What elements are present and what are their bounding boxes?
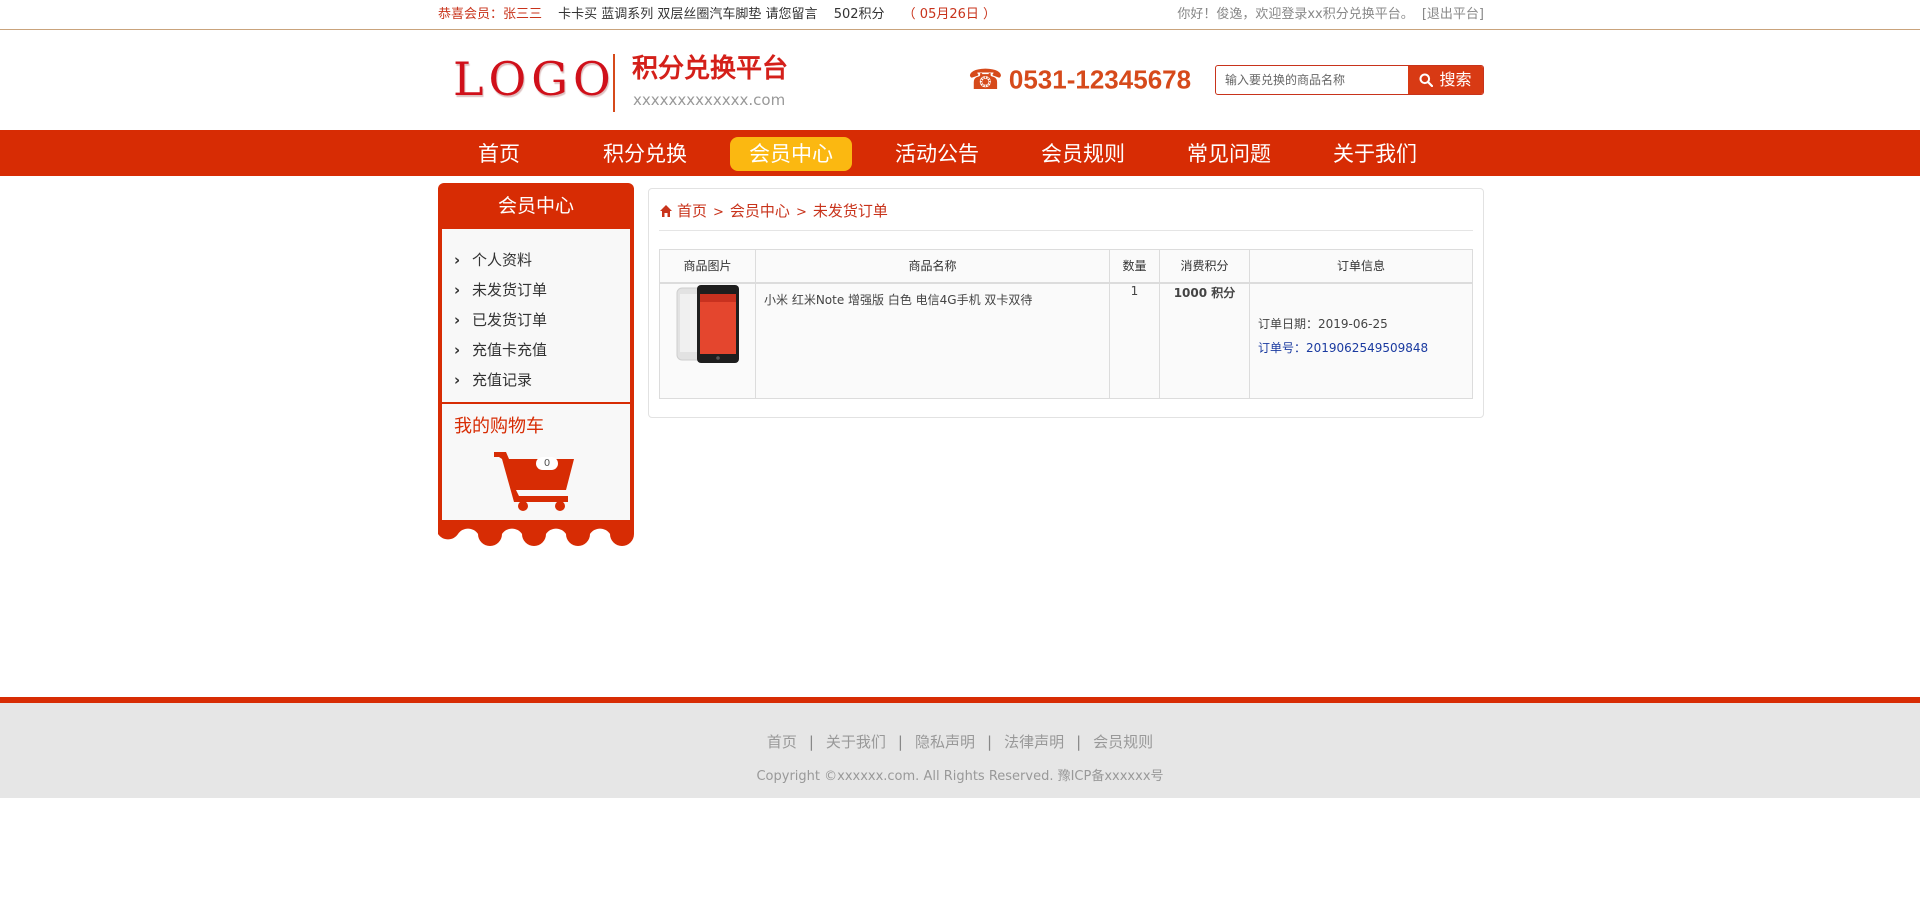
chevron-right-icon: ›: [454, 341, 461, 359]
logo[interactable]: LOGO: [453, 56, 616, 102]
platform-title: 积分兑换平台: [632, 54, 789, 84]
sidebar-item-label: 充值记录: [472, 371, 533, 389]
hotline: ☎ 0531-12345678: [968, 62, 1192, 96]
chevron-right-icon: ›: [454, 251, 461, 269]
sidebar-divider: [442, 402, 630, 404]
order-panel: 首页 > 会员中心 > 未发货订单 商品图片 商品名称 数量 消费积分 订单信息: [648, 188, 1484, 418]
search-icon: [1419, 73, 1434, 87]
sidebar-item-label: 个人资料: [472, 251, 533, 269]
nav-member-center[interactable]: 会员中心: [730, 137, 852, 171]
header: LOGO 积分兑换平台 xxxxxxxxxxxxx.com ☎ 0531-1234…: [438, 30, 1484, 130]
current-date: （ 05月26日 ）: [902, 7, 997, 22]
home-icon: [660, 205, 672, 217]
footer-separator: |: [808, 733, 814, 751]
table-row: 小米 红米Note 增强版 白色 电信4G手机 双卡双待 1 1000 积分 订…: [659, 282, 1473, 399]
table-header-row: 商品图片 商品名称 数量 消费积分 订单信息: [659, 249, 1473, 284]
order-date: 订单日期：2019-06-25: [1258, 316, 1388, 331]
phone-icon: ☎: [968, 62, 1003, 96]
order-number[interactable]: 订单号：2019062549509848: [1258, 336, 1464, 360]
main-nav: 首页 积分兑换 会员中心 活动公告 会员规则 常见问题 关于我们: [0, 130, 1920, 176]
logout-link[interactable]: [退出平台]: [1422, 7, 1484, 22]
cart-count-badge: 0: [536, 457, 558, 470]
logo-divider: [613, 54, 615, 112]
nav-home[interactable]: 首页: [438, 137, 560, 171]
footer-link-about[interactable]: 关于我们: [826, 733, 886, 751]
sidebar-item-profile[interactable]: › 个人资料: [454, 249, 532, 271]
points-cell: 1000 积分: [1159, 282, 1250, 399]
sidebar-body: › 个人资料 › 未发货订单 › 已发货订单 › 充值卡充值 › 充值记录 我的购物车 0: [442, 229, 630, 520]
sidebar-title: 会员中心: [497, 195, 574, 217]
footer: 首页 | 关于我们 | 隐私声明 | 法律声明 | 会员规则 Copyright ©xxxxxx…: [0, 697, 1920, 798]
breadcrumb-home[interactable]: 首页: [677, 202, 707, 220]
points-balance: 502积分: [833, 7, 885, 22]
footer-separator: |: [1076, 733, 1082, 751]
footer-link-home[interactable]: 首页: [767, 733, 797, 751]
welcome-text: 恭喜会员：张三三: [438, 7, 543, 22]
sidebar-item-shipped-orders[interactable]: › 已发货订单: [454, 309, 547, 331]
cart-icon: [494, 452, 574, 511]
sidebar-item-label: 已发货订单: [472, 311, 548, 329]
nav-about-us[interactable]: 关于我们: [1314, 137, 1436, 171]
footer-link-privacy[interactable]: 隐私声明: [915, 733, 975, 751]
col-header-image: 商品图片: [659, 249, 756, 284]
col-header-points: 消费积分: [1159, 249, 1250, 284]
phone-number: 0531-12345678: [1008, 64, 1192, 95]
order-info-cell: 订单日期：2019-06-25 订单号：2019062549509848: [1249, 282, 1473, 399]
breadcrumb-member-center[interactable]: 会员中心: [730, 202, 790, 220]
nav-faq[interactable]: 常见问题: [1168, 137, 1290, 171]
search-box: 搜索: [1215, 65, 1484, 95]
greeting-text: 你好！俊逸，欢迎登录xx积分兑换平台。: [1177, 7, 1414, 22]
breadcrumb-separator: >: [795, 205, 807, 220]
breadcrumb-current: 未发货订单: [812, 202, 888, 220]
sidebar-scallop-decoration: [438, 520, 634, 556]
announcement-text[interactable]: 卡卡买 蓝调系列 双层丝圈汽车脚垫 请您留言: [558, 7, 817, 22]
search-button-label: 搜索: [1439, 70, 1472, 89]
product-name[interactable]: 小米 红米Note 增强版 白色 电信4G手机 双卡双待: [764, 293, 1032, 307]
chevron-right-icon: ›: [454, 371, 461, 389]
cart-title: 我的购物车: [454, 416, 544, 437]
sidebar-item-unshipped-orders[interactable]: › 未发货订单: [454, 279, 547, 301]
breadcrumb-separator: >: [713, 205, 724, 220]
search-input[interactable]: [1216, 66, 1409, 94]
top-bar: 恭喜会员：张三三 卡卡买 蓝调系列 双层丝圈汽车脚垫 请您留言 502积分 （ …: [0, 0, 1920, 30]
footer-separator: |: [987, 733, 993, 751]
member-sidebar: 会员中心 › 个人资料 › 未发货订单 › 已发货订单 › 充值卡充值 › 充值记录 我的…: [438, 183, 634, 520]
sidebar-item-card-recharge[interactable]: › 充值卡充值: [454, 339, 547, 361]
product-image-cell: [659, 282, 756, 399]
product-name-cell: 小米 红米Note 增强版 白色 电信4G手机 双卡双待: [755, 282, 1110, 399]
product-image[interactable]: [675, 284, 741, 364]
shopping-cart[interactable]: 0: [492, 446, 582, 512]
orders-table: 商品图片 商品名称 数量 消费积分 订单信息 小米 红米Note 增强版 白色 …: [659, 249, 1473, 399]
col-header-quantity: 数量: [1109, 249, 1160, 284]
sidebar-item-recharge-history[interactable]: › 充值记录: [454, 369, 532, 391]
nav-points-exchange[interactable]: 积分兑换: [584, 137, 706, 171]
footer-links: 首页 | 关于我们 | 隐私声明 | 法律声明 | 会员规则: [0, 731, 1920, 752]
platform-domain: xxxxxxxxxxxxx.com: [633, 91, 786, 109]
nav-announcements[interactable]: 活动公告: [876, 137, 998, 171]
col-header-order-info: 订单信息: [1249, 249, 1473, 284]
sidebar-item-label: 未发货订单: [472, 281, 548, 299]
footer-link-legal[interactable]: 法律声明: [1004, 733, 1064, 751]
breadcrumb: 首页 > 会员中心 > 未发货订单: [659, 201, 1473, 231]
footer-link-rules[interactable]: 会员规则: [1093, 733, 1153, 751]
chevron-right-icon: ›: [454, 281, 461, 299]
quantity-cell: 1: [1109, 282, 1160, 399]
sidebar-item-label: 充值卡充值: [472, 341, 548, 359]
search-button[interactable]: 搜索: [1408, 66, 1483, 94]
footer-separator: |: [897, 733, 903, 751]
col-header-name: 商品名称: [755, 249, 1110, 284]
copyright-text: Copyright ©xxxxxx.com. All Rights Reserv…: [756, 769, 1164, 784]
nav-member-rules[interactable]: 会员规则: [1022, 137, 1144, 171]
chevron-right-icon: ›: [454, 311, 461, 329]
